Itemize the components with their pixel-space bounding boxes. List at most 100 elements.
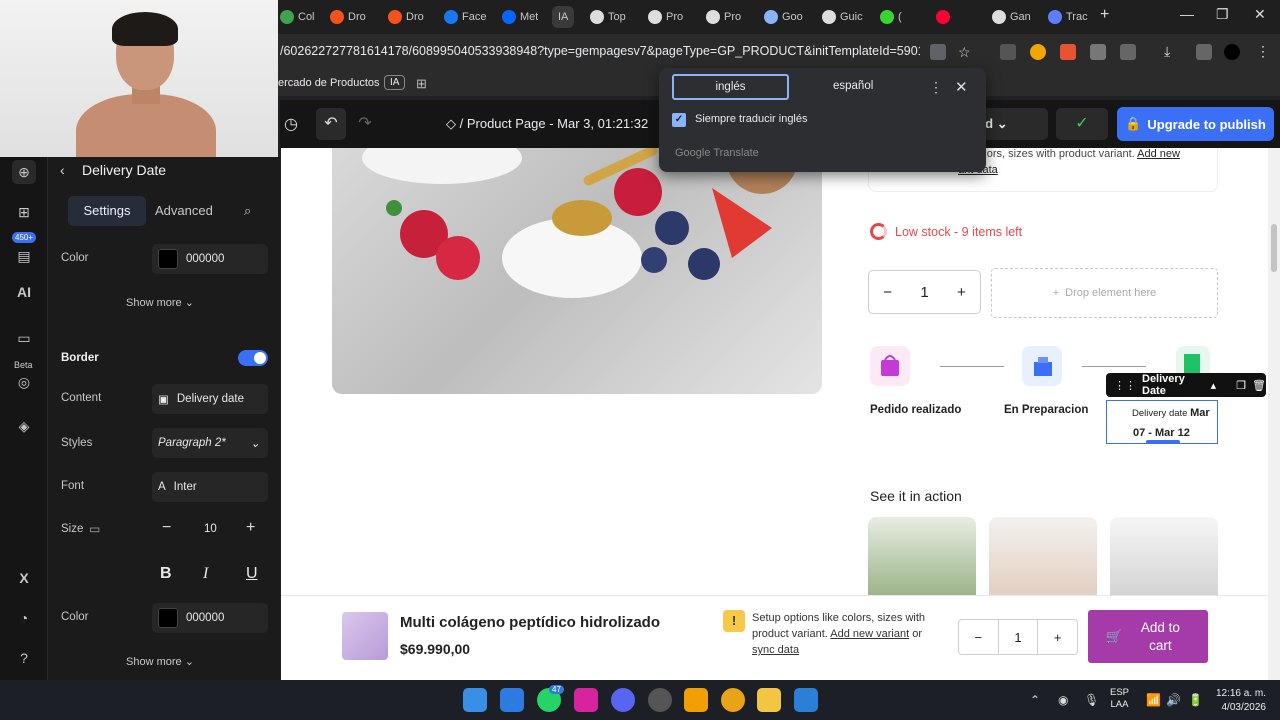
- translate-page-icon[interactable]: [930, 44, 946, 60]
- close-window-icon[interactable]: ✕: [1254, 6, 1266, 23]
- more-options-icon[interactable]: ⋮: [929, 79, 943, 96]
- bookmark-item[interactable]: IA: [384, 75, 406, 90]
- sections-icon[interactable]: ⊞: [12, 200, 36, 224]
- tab-settings[interactable]: Settings: [68, 196, 146, 226]
- browser-tab[interactable]: Face: [444, 6, 486, 28]
- chrome-icon[interactable]: [721, 688, 745, 712]
- translate-source-tab[interactable]: inglés: [672, 74, 789, 100]
- plus-icon[interactable]: +: [1038, 630, 1077, 645]
- clock[interactable]: 12:16 a. m. 4/03/2026: [1214, 687, 1266, 715]
- plus-icon[interactable]: +: [957, 284, 966, 301]
- back-icon[interactable]: ‹: [60, 162, 65, 178]
- chevron-up-icon[interactable]: ⌃: [1030, 693, 1040, 707]
- font-select[interactable]: A Inter: [152, 472, 268, 502]
- browser-tab[interactable]: Pro: [648, 6, 683, 28]
- page-title[interactable]: ◇ / Product Page - Mar 3, 01:21:32: [446, 116, 648, 132]
- bold-icon[interactable]: B: [160, 565, 172, 583]
- puzzle-icon[interactable]: [1120, 44, 1136, 60]
- layers-icon[interactable]: ◈: [12, 414, 36, 438]
- border-toggle[interactable]: [238, 350, 268, 366]
- show-more-button[interactable]: Show more ⌄: [126, 296, 194, 309]
- battery-icon[interactable]: 🔋: [1188, 693, 1203, 707]
- eyedropper-icon[interactable]: [1090, 44, 1106, 60]
- quantity-value[interactable]: 1: [920, 284, 928, 301]
- language-indicator[interactable]: ESP LAA: [1110, 687, 1129, 711]
- windows-start-icon[interactable]: [463, 688, 487, 712]
- browser-tab[interactable]: Guic: [822, 6, 863, 28]
- add-element-icon[interactable]: ⊕: [12, 160, 36, 184]
- download-icon[interactable]: ⤓: [1164, 43, 1170, 60]
- styles-select[interactable]: Paragraph 2* ⌄: [152, 428, 268, 458]
- tab-advanced[interactable]: Advanced: [155, 203, 213, 218]
- browser-tab[interactable]: Gan: [992, 6, 1031, 28]
- file-explorer-icon[interactable]: [757, 688, 781, 712]
- scrollbar-thumb[interactable]: [1271, 224, 1277, 272]
- element-toolbar[interactable]: ⋮⋮ Delivery Date ▴ ❐ 🗑: [1106, 373, 1266, 397]
- fl-studio-icon[interactable]: [684, 688, 708, 712]
- apps-grid-icon[interactable]: ⊞: [416, 76, 427, 92]
- browser-tab-active[interactable]: IA: [552, 6, 575, 28]
- browser-tab[interactable]: (: [880, 6, 902, 28]
- size-value[interactable]: 10: [204, 523, 217, 535]
- delete-icon[interactable]: 🗑: [1252, 379, 1266, 392]
- translate-target-tab[interactable]: español: [833, 80, 873, 92]
- browser-tab[interactable]: Dro: [330, 6, 366, 28]
- url-field[interactable]: /602622727781614178/608995040533938948?t…: [280, 44, 920, 58]
- size-decrement-button[interactable]: −: [162, 519, 171, 537]
- browser-tab[interactable]: Top: [590, 6, 626, 28]
- chevron-up-icon[interactable]: ▴: [1211, 379, 1217, 392]
- add-to-cart-button[interactable]: 🛒 Add to cart: [1088, 610, 1208, 663]
- bookmark-item[interactable]: ercado de Productos: [278, 77, 380, 89]
- browser-tab[interactable]: Goo: [764, 6, 803, 28]
- add-new-variant-link[interactable]: Add new: [1137, 148, 1180, 160]
- templates-icon[interactable]: ▤: [12, 244, 36, 268]
- always-translate-checkbox[interactable]: ✓: [672, 113, 686, 127]
- obs-icon[interactable]: [648, 688, 672, 712]
- menu-icon[interactable]: ⋮: [1256, 43, 1270, 60]
- browser-tab[interactable]: Col: [280, 6, 315, 28]
- video-thumbnail[interactable]: [868, 517, 976, 595]
- show-more-button[interactable]: Show more ⌄: [126, 655, 194, 668]
- minus-icon[interactable]: −: [883, 284, 892, 301]
- italic-icon[interactable]: I: [203, 565, 208, 583]
- maximize-icon[interactable]: ❐: [1216, 6, 1229, 23]
- save-button[interactable]: ✓: [1056, 108, 1108, 140]
- sticky-quantity-stepper[interactable]: − 1 +: [958, 619, 1078, 655]
- ai-icon[interactable]: AI: [12, 280, 36, 304]
- media-icon[interactable]: [1196, 44, 1212, 60]
- quantity-value[interactable]: 1: [997, 620, 1039, 654]
- drag-handle-icon[interactable]: ⋮⋮: [1114, 379, 1136, 392]
- upgrade-button[interactable]: 🔒 Upgrade to publish: [1117, 107, 1274, 141]
- redo-button[interactable]: ↷: [350, 108, 380, 140]
- extension-icon[interactable]: [1030, 44, 1046, 60]
- duplicate-icon[interactable]: ❐: [1236, 379, 1246, 392]
- history-icon[interactable]: ◷: [284, 114, 298, 134]
- browser-tab[interactable]: Met: [502, 6, 538, 28]
- minus-icon[interactable]: −: [959, 630, 998, 645]
- profile-avatar[interactable]: [1224, 44, 1240, 60]
- speed-icon[interactable]: ◔: [12, 606, 36, 630]
- extension-icon[interactable]: [1000, 44, 1016, 60]
- search-icon[interactable]: ⌕: [244, 203, 251, 219]
- content-field[interactable]: ▣ Delivery date: [152, 384, 268, 414]
- size-increment-button[interactable]: +: [246, 519, 255, 537]
- minimize-icon[interactable]: —: [1180, 6, 1194, 22]
- extension-icon[interactable]: [1060, 44, 1076, 60]
- color-field[interactable]: 000000: [152, 603, 268, 633]
- pages-icon[interactable]: ▭: [12, 326, 36, 350]
- browser-tab[interactable]: Dro: [388, 6, 424, 28]
- close-icon[interactable]: ✕: [955, 78, 968, 96]
- tray-app-icon[interactable]: ◉: [1058, 693, 1068, 707]
- store-icon[interactable]: [500, 688, 524, 712]
- browser-tab[interactable]: Trac: [1048, 6, 1088, 28]
- x-icon[interactable]: X: [12, 566, 36, 590]
- video-thumbnail[interactable]: [989, 517, 1097, 595]
- quantity-stepper[interactable]: − 1 +: [868, 270, 981, 314]
- color-field[interactable]: 000000: [152, 244, 268, 274]
- wifi-icon[interactable]: 📶: [1146, 693, 1161, 707]
- microphone-icon[interactable]: 🎙: [1084, 693, 1099, 707]
- browser-tab[interactable]: Pro: [706, 6, 741, 28]
- help-icon[interactable]: ?: [12, 646, 36, 670]
- sync-data-link[interactable]: sync data: [752, 644, 799, 656]
- discord-icon[interactable]: [611, 688, 635, 712]
